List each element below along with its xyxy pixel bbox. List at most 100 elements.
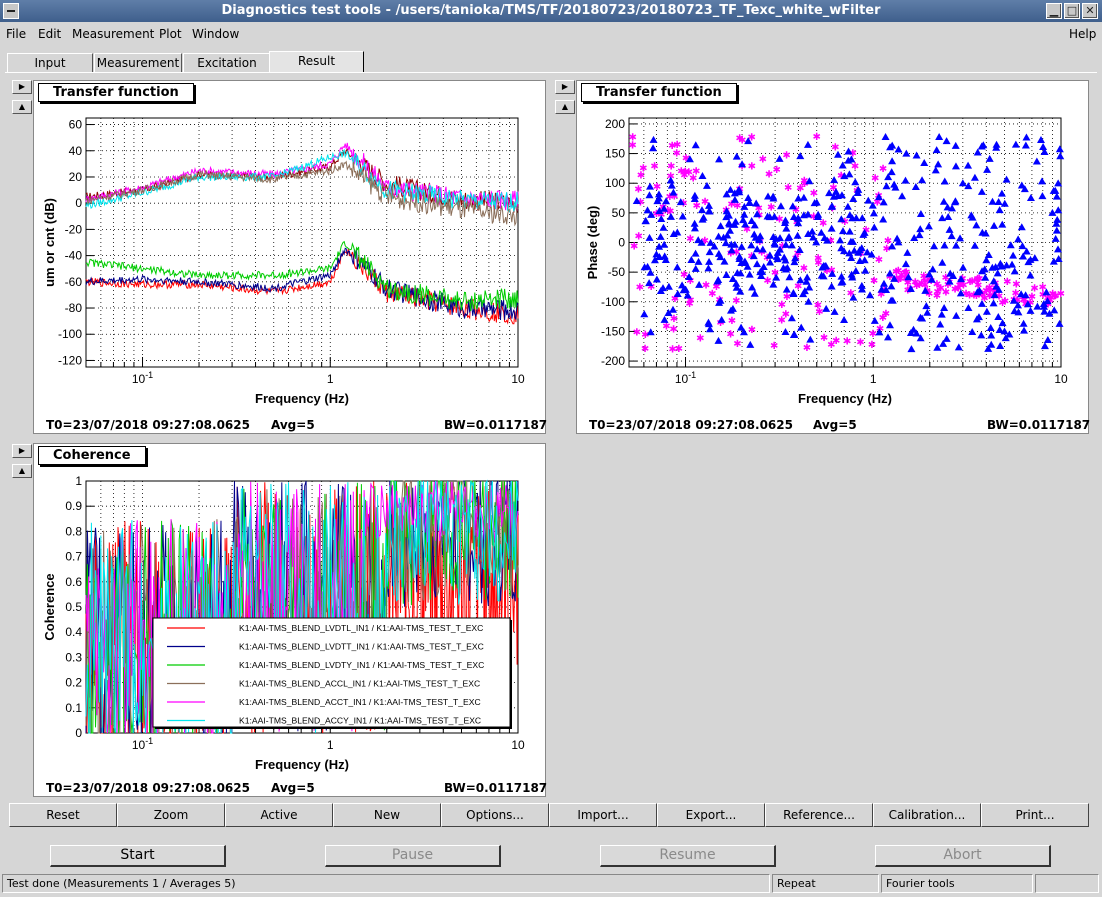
plot-title: Transfer function <box>38 83 194 102</box>
y-tick-label: -100 <box>58 327 82 341</box>
tf-magnitude-panel[interactable]: 60 40 20 0 -20 -40 -60 -80 -100 -120 10-1 1 10 Freque… <box>33 80 547 434</box>
data-point: ✱ <box>770 341 778 352</box>
data-point: ✱ <box>765 170 773 181</box>
data-point: ✱ <box>686 234 694 245</box>
data-point: ✱ <box>814 254 822 265</box>
y-tick-label: -20 <box>65 222 83 236</box>
y-tick-label: 40 <box>69 144 83 158</box>
data-point: ✱ <box>879 164 887 175</box>
tf-phase-plot: 200 150 100 50 0 -50 -100 -150 -200 10-1 1 10 Freque… <box>585 117 1068 406</box>
tab-result[interactable]: Result <box>269 51 364 73</box>
data-point: ✱ <box>748 161 756 172</box>
data-point: ✱ <box>653 182 661 193</box>
menu-window[interactable]: Window <box>192 27 239 41</box>
data-point: ✱ <box>803 343 811 354</box>
plot-title: Transfer function <box>581 83 737 102</box>
resume-button[interactable]: Resume <box>600 845 776 867</box>
t0-label: T0=23/07/2018 09:27:08.0625 <box>46 418 250 432</box>
tab-input[interactable]: Input <box>7 53 93 73</box>
status-mode: Repeat <box>772 874 879 893</box>
window-title: Diagnostics test tools - /users/tanioka/… <box>221 3 881 18</box>
menu-file[interactable]: File <box>6 27 26 41</box>
menu-help[interactable]: Help <box>1069 27 1096 41</box>
data-point: ✱ <box>813 132 821 143</box>
legend-entry: K1:AAI-TMS_BLEND_ACCY_IN1 / K1:AAI-TMS_T… <box>239 716 481 726</box>
data-point: ✱ <box>667 161 675 172</box>
window-menu-icon[interactable] <box>3 3 19 19</box>
coherence-panel[interactable]: 1 0.9 0.8 0.7 0.6 0.5 0.4 0.3 0.2 0.1 0 10-1 1 10 Freq… <box>33 443 547 797</box>
data-point: ✱ <box>800 264 808 275</box>
x-tick-label: 1 <box>870 372 877 386</box>
data-point: ✱ <box>641 330 649 341</box>
t0-label: T0=23/07/2018 09:27:08.0625 <box>46 781 250 795</box>
data-point: ✱ <box>668 345 676 356</box>
calibration-button[interactable]: Calibration... <box>873 803 981 827</box>
print-button[interactable]: Print... <box>981 803 1089 827</box>
data-point: ✱ <box>773 165 781 176</box>
menu-measurement[interactable]: Measurement <box>72 27 154 41</box>
plot-title: Coherence <box>38 446 146 465</box>
y-tick-label: 0.1 <box>65 701 82 715</box>
menu-plot[interactable]: Plot <box>159 27 182 41</box>
x-tick-label: 10-1 <box>132 736 153 752</box>
collapse-up-icon[interactable]: ▲ <box>555 100 575 114</box>
menu-edit[interactable]: Edit <box>38 27 61 41</box>
data-point: ✱ <box>998 298 1006 309</box>
active-button[interactable]: Active <box>225 803 333 827</box>
new-button[interactable]: New <box>333 803 441 827</box>
data-point: ✱ <box>685 299 693 310</box>
pause-button[interactable]: Pause <box>325 845 501 867</box>
y-tick-label: 60 <box>69 118 83 132</box>
minimize-icon[interactable]: ▁ <box>1046 3 1062 19</box>
title-bar: Diagnostics test tools - /users/tanioka/… <box>0 0 1102 22</box>
y-tick-label: -120 <box>58 353 82 367</box>
collapse-up-icon[interactable]: ▲ <box>12 100 32 114</box>
data-point: ✱ <box>759 154 767 165</box>
y-tick-label: 0.5 <box>65 600 82 614</box>
data-point: ✱ <box>641 344 649 355</box>
data-point: ✱ <box>871 174 879 185</box>
tf-phase-panel[interactable]: 200 150 100 50 0 -50 -100 -150 -200 10-1 1 10 Freque… <box>576 80 1090 434</box>
coherence-plot: 1 0.9 0.8 0.7 0.6 0.5 0.4 0.3 0.2 0.1 0 10-1 1 10 Freq… <box>42 474 525 772</box>
options-button[interactable]: Options... <box>441 803 549 827</box>
y-tick-label: 100 <box>605 176 625 190</box>
data-point: ✱ <box>636 282 644 293</box>
status-message: Test done (Measurements 1 / Averages 5) <box>2 874 770 893</box>
reference-button[interactable]: Reference... <box>765 803 873 827</box>
expand-right-icon[interactable]: ▶ <box>12 80 32 94</box>
maximize-icon[interactable]: □ <box>1064 3 1080 19</box>
legend-entry: K1:AAI-TMS_BLEND_ACCL_IN1 / K1:AAI-TMS_T… <box>239 679 480 689</box>
y-tick-label: 20 <box>69 170 83 184</box>
start-button[interactable]: Start <box>50 845 226 867</box>
abort-button[interactable]: Abort <box>875 845 1051 867</box>
y-tick-label: 0 <box>75 196 82 210</box>
data-point: ✱ <box>696 333 704 344</box>
data-point: ✱ <box>832 336 840 347</box>
reset-button[interactable]: Reset <box>9 803 117 827</box>
data-point: ✱ <box>933 291 941 302</box>
collapse-up-icon[interactable]: ▲ <box>12 464 32 478</box>
import-button[interactable]: Import... <box>549 803 657 827</box>
export-button[interactable]: Export... <box>657 803 765 827</box>
data-point: ✱ <box>782 310 790 321</box>
data-point: ✱ <box>635 232 643 243</box>
tab-excitation[interactable]: Excitation <box>183 53 271 73</box>
zoom-button[interactable]: Zoom <box>117 803 225 827</box>
tab-measurement[interactable]: Measurement <box>94 53 182 73</box>
y-axis-label: Phase (deg) <box>585 206 600 280</box>
data-point: ✱ <box>708 289 716 300</box>
close-icon[interactable]: ✕ <box>1082 3 1098 19</box>
legend-entry: K1:AAI-TMS_BLEND_ACCT_IN1 / K1:AAI-TMS_T… <box>239 697 481 707</box>
data-point: ✱ <box>810 189 818 200</box>
data-point: ✱ <box>973 274 981 285</box>
expand-right-icon[interactable]: ▶ <box>555 80 575 94</box>
x-tick-label: 10-1 <box>132 370 153 386</box>
y-tick-label: -60 <box>65 275 83 289</box>
x-tick-label: 10 <box>511 372 525 386</box>
t0-label: T0=23/07/2018 09:27:08.0625 <box>589 418 793 432</box>
y-tick-label: 0 <box>75 726 82 740</box>
data-point: ✱ <box>668 141 676 152</box>
tab-bar: Input Measurement Excitation Result <box>5 51 1097 73</box>
expand-right-icon[interactable]: ▶ <box>12 444 32 458</box>
status-extra <box>1035 874 1099 893</box>
